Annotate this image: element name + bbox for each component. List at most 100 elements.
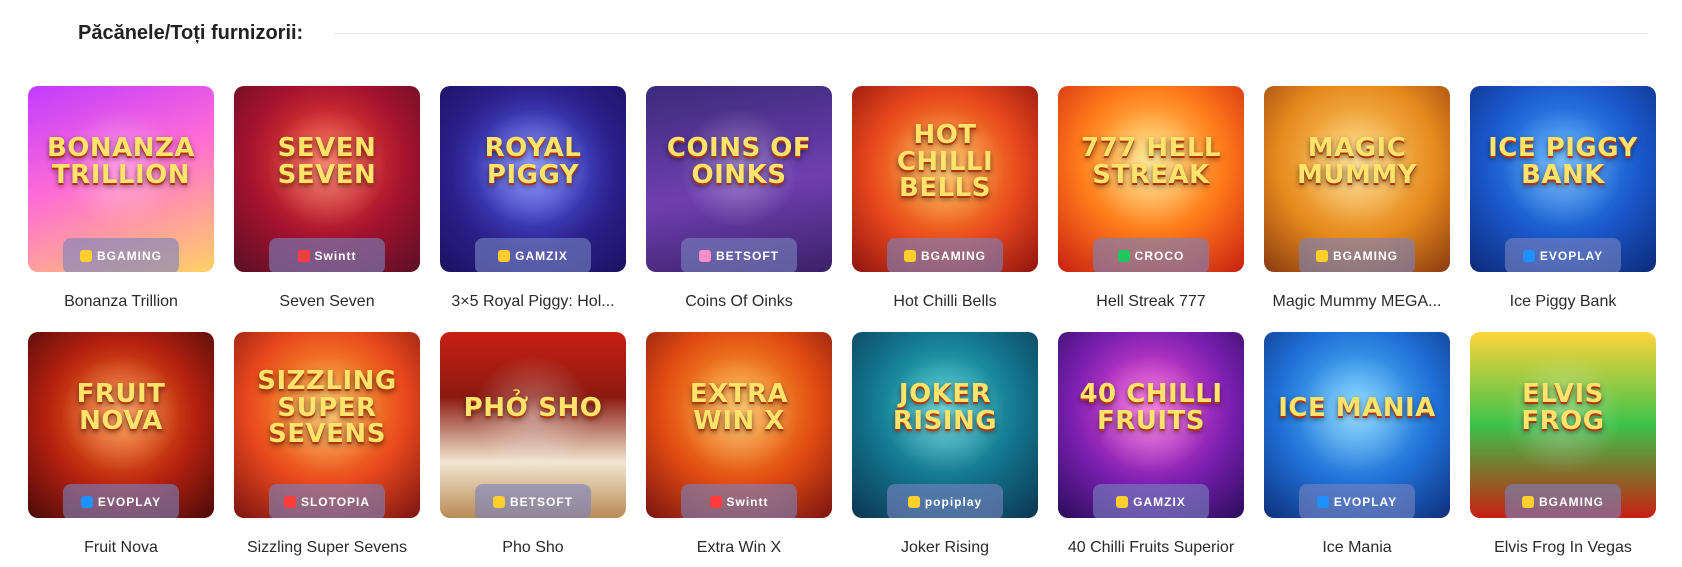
game-thumbnail[interactable]: Magic Mummy BGAMING [1264, 86, 1450, 272]
provider-badge: EVOPLAY [1505, 238, 1621, 272]
game-title[interactable]: 40 Chilli Fruits Superior [1058, 518, 1244, 567]
provider-name: Swintt [726, 495, 769, 509]
game-logo-text: Elvis Frog [1521, 379, 1605, 436]
game-title[interactable]: Elvis Frog In Vegas [1470, 518, 1656, 567]
provider-logo-icon [493, 496, 505, 508]
game-card[interactable]: Bonanza Trillion BGAMING Bonanza Trillion [28, 86, 214, 332]
game-thumbnail[interactable]: Seven Seven Swintt [234, 86, 420, 272]
provider-name: BGAMING [97, 249, 162, 263]
provider-logo-icon [1116, 496, 1129, 508]
game-title[interactable]: Joker Rising [852, 518, 1038, 567]
provider-name: BGAMING [921, 249, 986, 263]
game-card[interactable]: Fruit Nova EVOPLAY Fruit Nova [28, 332, 214, 567]
provider-name: GAMZIX [1133, 495, 1186, 509]
provider-logo-icon [283, 496, 296, 508]
game-title[interactable]: Hot Chilli Bells [852, 272, 1038, 332]
game-logo-text: Coins of Oinks [666, 133, 812, 190]
provider-logo-icon [80, 496, 93, 508]
game-title[interactable]: Fruit Nova [28, 518, 214, 567]
game-thumbnail[interactable]: Fruit Nova EVOPLAY [28, 332, 214, 518]
game-logo-text: Seven Seven [277, 133, 377, 190]
game-thumbnail[interactable]: Coins of Oinks BETSOFT [646, 86, 832, 272]
game-card[interactable]: Joker Rising popiplay Joker Rising [852, 332, 1038, 567]
game-title[interactable]: Ice Mania [1264, 518, 1450, 567]
game-thumbnail[interactable]: Ice Mania EVOPLAY [1264, 332, 1450, 518]
game-title[interactable]: 3×5 Royal Piggy: Hol... [440, 272, 626, 332]
game-title[interactable]: Ice Piggy Bank [1470, 272, 1656, 332]
provider-badge: EVOPLAY [63, 484, 179, 518]
provider-name: EVOPLAY [1333, 495, 1398, 509]
provider-badge: EVOPLAY [1299, 484, 1415, 518]
provider-badge: CROCO [1093, 238, 1209, 272]
game-card[interactable]: Ice Mania EVOPLAY Ice Mania [1264, 332, 1450, 567]
provider-logo-icon [904, 250, 916, 262]
game-logo-text: Phở Sho [463, 392, 603, 423]
game-logo-text: Royal Piggy [484, 133, 582, 190]
game-logo-text: Extra Win X [689, 379, 789, 436]
provider-badge: Swintt [269, 238, 385, 272]
game-card[interactable]: Elvis Frog BGAMING Elvis Frog In Vegas [1470, 332, 1656, 567]
game-card[interactable]: Coins of Oinks BETSOFT Coins Of Oinks [646, 86, 832, 332]
game-thumbnail[interactable]: 777 Hell Streak CROCO [1058, 86, 1244, 272]
section-header: Păcănele/Toți furnizorii: [78, 18, 1648, 48]
game-logo-text: Ice Piggy Bank [1488, 133, 1638, 190]
game-card[interactable]: Royal Piggy GAMZIX 3×5 Royal Piggy: Hol... [440, 86, 626, 332]
provider-badge: BGAMING [1299, 238, 1415, 272]
provider-name: GAMZIX [515, 249, 568, 263]
game-thumbnail[interactable]: Royal Piggy GAMZIX [440, 86, 626, 272]
game-card[interactable]: Seven Seven Swintt Seven Seven [234, 86, 420, 332]
game-thumbnail[interactable]: Bonanza Trillion BGAMING [28, 86, 214, 272]
game-card[interactable]: Magic Mummy BGAMING Magic Mummy MEGA... [1264, 86, 1450, 332]
game-logo-text: Magic Mummy [1296, 133, 1418, 190]
provider-logo-icon [1117, 250, 1130, 262]
header-divider [333, 32, 1648, 34]
provider-badge: Swintt [681, 484, 797, 518]
game-title[interactable]: Sizzling Super Sevens [234, 518, 420, 567]
game-title[interactable]: Magic Mummy MEGA... [1264, 272, 1450, 332]
provider-badge: popiplay [887, 484, 1003, 518]
provider-logo-icon [1316, 250, 1328, 262]
game-title[interactable]: Bonanza Trillion [28, 272, 214, 332]
provider-badge: BETSOFT [681, 238, 797, 272]
provider-logo-icon [709, 496, 722, 508]
games-grid: Bonanza Trillion BGAMING Bonanza Trillion S… [28, 86, 1656, 567]
game-logo-text: Hot Chilli Bells [896, 120, 994, 204]
section-title: Păcănele/Toți furnizorii: [78, 21, 304, 44]
provider-name: Swintt [314, 249, 357, 263]
game-title[interactable]: Coins Of Oinks [646, 272, 832, 332]
game-card[interactable]: 40 Chilli Fruits GAMZIX 40 Chilli Fruits S… [1058, 332, 1244, 567]
game-card[interactable]: Hot Chilli Bells BGAMING Hot Chilli Bells [852, 86, 1038, 332]
game-thumbnail[interactable]: Extra Win X Swintt [646, 332, 832, 518]
game-thumbnail[interactable]: Ice Piggy Bank EVOPLAY [1470, 86, 1656, 272]
game-card[interactable]: Ice Piggy Bank EVOPLAY Ice Piggy Bank [1470, 86, 1656, 332]
provider-name: BGAMING [1333, 249, 1398, 263]
provider-badge: BETSOFT [475, 484, 591, 518]
game-thumbnail[interactable]: Joker Rising popiplay [852, 332, 1038, 518]
provider-logo-icon [1522, 250, 1535, 262]
game-thumbnail[interactable]: Phở Sho BETSOFT [440, 332, 626, 518]
provider-logo-icon [907, 496, 920, 508]
game-logo-text: Ice Mania [1278, 392, 1436, 423]
game-title[interactable]: Extra Win X [646, 518, 832, 567]
game-title[interactable]: Seven Seven [234, 272, 420, 332]
game-thumbnail[interactable]: 40 Chilli Fruits GAMZIX [1058, 332, 1244, 518]
game-card[interactable]: Sizzling Super Sevens SLOTOPIA Sizzling Su… [234, 332, 420, 567]
provider-logo-icon [498, 250, 511, 262]
provider-logo-icon [1316, 496, 1329, 508]
provider-logo-icon [297, 250, 310, 262]
game-thumbnail[interactable]: Sizzling Super Sevens SLOTOPIA [234, 332, 420, 518]
game-thumbnail[interactable]: Hot Chilli Bells BGAMING [852, 86, 1038, 272]
provider-logo-icon [1522, 496, 1534, 508]
game-title[interactable]: Pho Sho [440, 518, 626, 567]
game-thumbnail[interactable]: Elvis Frog BGAMING [1470, 332, 1656, 518]
game-logo-text: Joker Rising [892, 379, 998, 436]
provider-badge: GAMZIX [475, 238, 591, 272]
game-card[interactable]: Extra Win X Swintt Extra Win X [646, 332, 832, 567]
game-logo-text: Bonanza Trillion [46, 133, 196, 190]
game-title[interactable]: Hell Streak 777 [1058, 272, 1244, 332]
game-logo-text: Fruit Nova [76, 379, 166, 436]
provider-logo-icon [699, 250, 711, 262]
game-card[interactable]: Phở Sho BETSOFT Pho Sho [440, 332, 626, 567]
game-card[interactable]: 777 Hell Streak CROCO Hell Streak 777 [1058, 86, 1244, 332]
game-logo-text: Sizzling Super Sevens [257, 366, 397, 450]
